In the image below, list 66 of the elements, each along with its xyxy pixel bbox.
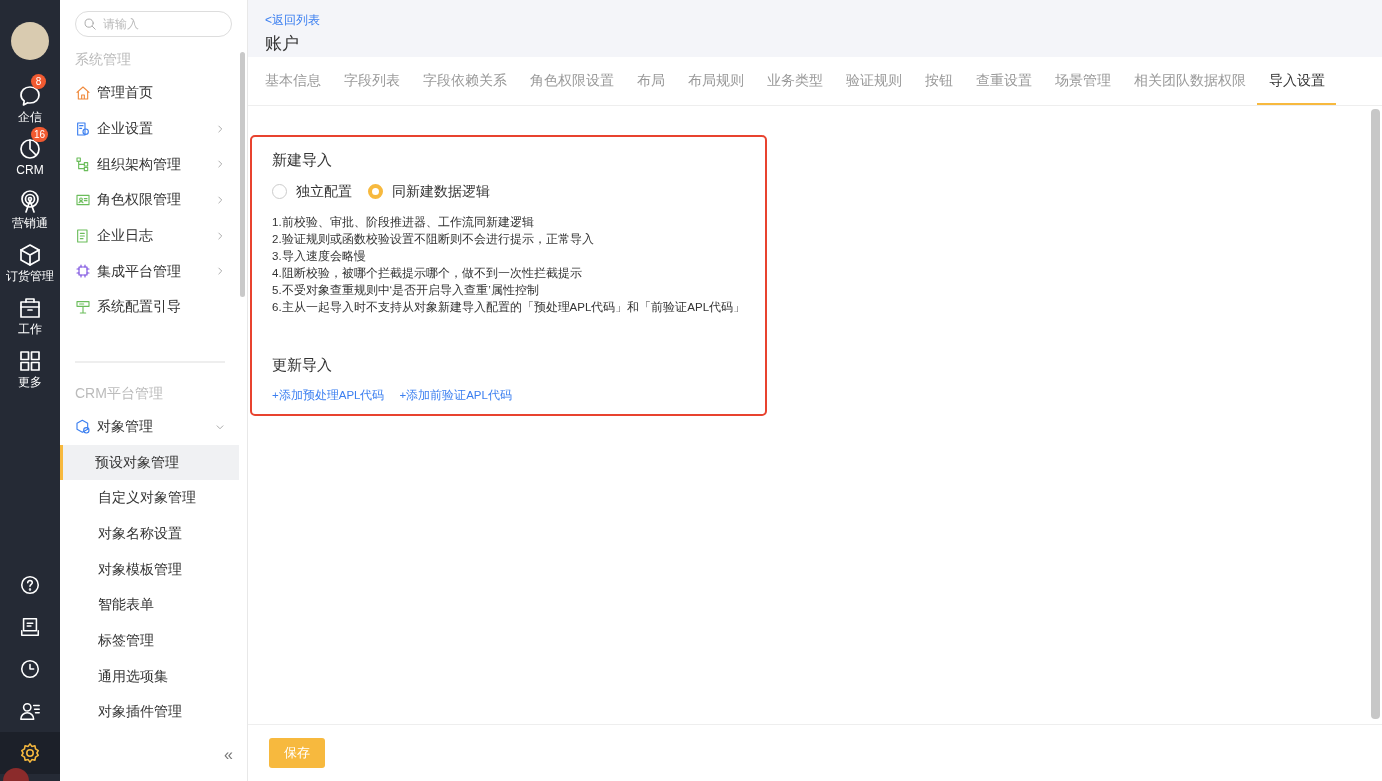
log-document-icon	[75, 227, 91, 244]
sidebar-item[interactable]: 角色权限管理	[60, 182, 247, 218]
scrollbar[interactable]	[240, 52, 245, 297]
rail-item-label[interactable]: 企信	[18, 108, 42, 126]
note-text: 1.前校验、审批、阶段推进器、工作流同新建逻辑	[272, 214, 535, 230]
add-code-link[interactable]: +添加前验证APL代码	[399, 387, 512, 405]
radio-option[interactable]: 同新建数据逻辑	[368, 180, 490, 202]
sidebar-subitem[interactable]: 通用选项集	[60, 658, 239, 695]
section-title: CRM平台管理	[74, 383, 164, 403]
sidebar-item[interactable]: 系统配置引导	[60, 289, 247, 325]
sidebar-subitem[interactable]: 预设对象管理	[60, 444, 239, 481]
radio-option[interactable]: 独立配置	[272, 180, 352, 202]
sidebar-item[interactable]: 管理首页	[60, 75, 247, 111]
document-tray-icon	[19, 616, 41, 638]
collapse-button[interactable]: «	[224, 743, 233, 767]
grid-icon	[18, 349, 42, 373]
briefcase-icon	[18, 296, 42, 320]
rail-item-label[interactable]: 更多	[18, 373, 42, 391]
pie-chart-icon	[18, 137, 42, 161]
notification-badge: 8	[31, 74, 46, 89]
cube-icon	[18, 243, 42, 267]
sidebar-subitem[interactable]: 对象模板管理	[60, 551, 239, 588]
note-text: 6.主从一起导入时不支持从对象新建导入配置的「预处理APL代码」和「前验证APL代码」	[272, 299, 746, 315]
sidebar-subitem[interactable]: 对象插件管理	[60, 694, 239, 730]
sidebar-subitem[interactable]: 自定义对象管理	[60, 480, 239, 516]
cube-settings-icon	[75, 418, 91, 435]
contacts-icon	[19, 700, 41, 722]
sidebar-item[interactable]: 企业设置	[60, 110, 247, 147]
building-settings-icon	[75, 120, 91, 137]
note-text: 2.验证规则或函数校验设置不阻断则不会进行提示，正常导入	[272, 231, 595, 247]
settings-button[interactable]	[0, 732, 60, 774]
section-title: 系统管理	[74, 50, 132, 69]
chip-icon	[75, 263, 91, 280]
rail-item-label[interactable]: 工作	[18, 320, 42, 338]
rail-item-label[interactable]: 营销通	[12, 214, 48, 232]
back-link[interactable]: <返回列表	[265, 11, 320, 29]
rail-item-label[interactable]: 订货管理	[6, 267, 54, 285]
sidebar-item[interactable]: 组织架构管理	[60, 146, 247, 183]
house-icon	[75, 84, 91, 101]
sidebar-item[interactable]: 对象管理	[60, 408, 247, 445]
sidebar-subitem[interactable]: 对象名称设置	[60, 515, 239, 552]
tab[interactable]: 导入设置	[1257, 57, 1336, 105]
add-code-link[interactable]: +添加预处理APL代码	[272, 387, 385, 405]
scrollbar[interactable]	[1371, 109, 1380, 719]
note-text: 3.导入速度会略慢	[272, 248, 367, 264]
rail-item-label[interactable]: CRM	[16, 161, 44, 179]
search-icon	[83, 17, 97, 31]
sidebar-subitem[interactable]: 标签管理	[60, 622, 239, 659]
note-text: 4.阻断校验，被哪个拦截提示哪个，做不到一次性拦截提示	[272, 265, 583, 281]
notification-badge: 16	[31, 127, 49, 142]
settings-icon	[19, 742, 41, 764]
chat-bubble-icon	[18, 84, 42, 108]
sidebar-item[interactable]: 企业日志	[60, 217, 247, 254]
org-chart-icon	[75, 156, 91, 173]
help-icon	[19, 574, 41, 596]
note-text: 5.不受对象查重规则中‘是否开启导入查重’属性控制	[272, 282, 540, 298]
page-title: 账户	[265, 33, 300, 55]
section-heading: 更新导入	[272, 354, 333, 375]
signpost-icon	[75, 298, 91, 315]
broadcast-icon	[18, 190, 42, 214]
avatar[interactable]	[11, 22, 49, 60]
section-heading: 新建导入	[272, 150, 333, 170]
sidebar-item[interactable]: 集成平台管理	[60, 253, 247, 290]
search-field[interactable]: 请输入	[75, 11, 232, 37]
clock-icon	[19, 658, 41, 680]
sidebar-subitem[interactable]: 智能表单	[60, 587, 239, 623]
